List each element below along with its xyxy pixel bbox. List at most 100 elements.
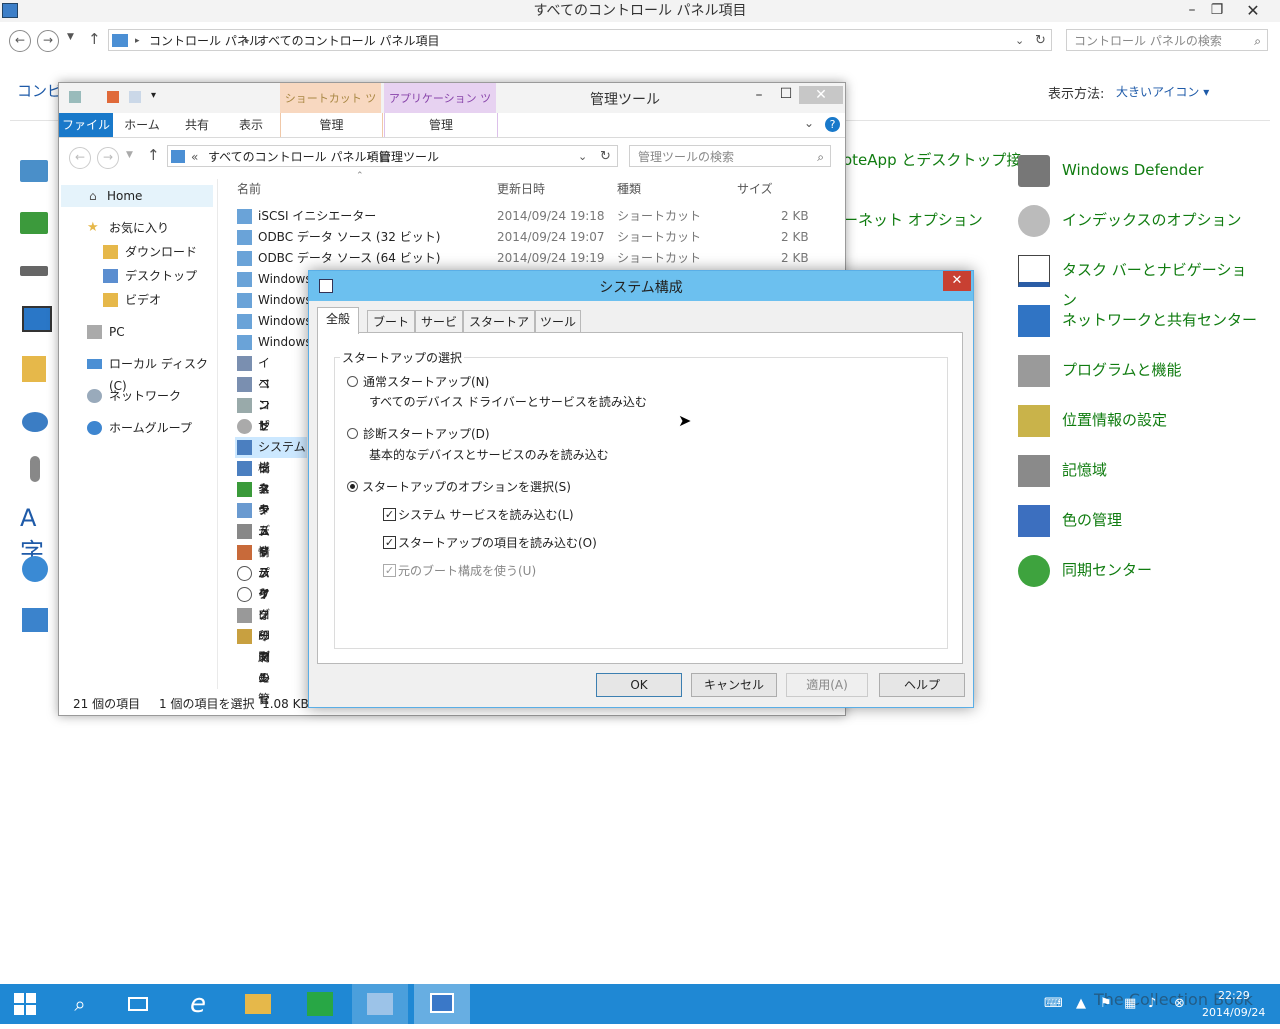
back-button[interactable]: ← — [9, 30, 31, 52]
checkbox-system-services[interactable]: ✓ — [383, 508, 396, 521]
column-header-size[interactable]: サイズ — [737, 180, 773, 197]
msconfig-taskbar-button[interactable] — [414, 984, 470, 1024]
view-dropdown[interactable]: 大きいアイコン ▾ — [1116, 83, 1209, 100]
tab-startup[interactable]: スタートアップ — [463, 310, 535, 351]
cp-item-network[interactable]: ネットワークと共有センター — [1018, 305, 1258, 337]
cp-item-storage[interactable]: 記憶域 — [1018, 455, 1258, 487]
sync-icon[interactable] — [20, 212, 48, 234]
up-button[interactable]: ↑ — [147, 146, 160, 164]
minimize-button[interactable]: – — [1181, 2, 1203, 18]
label-system-services[interactable]: システム サービスを読み込む(L) — [398, 506, 574, 523]
nav-pc[interactable]: PC — [87, 321, 125, 343]
cp-item-taskbar[interactable]: タスク バーとナビゲーション — [1018, 255, 1258, 309]
keyboard-icon[interactable]: ⌨ — [1044, 996, 1063, 1011]
nav-videos[interactable]: ビデオ — [103, 289, 161, 311]
remoteapp-icon[interactable] — [20, 160, 48, 182]
restore-button[interactable]: ❐ — [1206, 2, 1228, 18]
tab-share[interactable]: 共有 — [173, 113, 221, 137]
file-row-selected[interactable]: システム構 — [235, 437, 307, 475]
volume-icon[interactable]: ♪ — [1148, 996, 1156, 1011]
properties-icon[interactable] — [69, 91, 81, 103]
recent-dropdown-icon[interactable]: ▼ — [126, 150, 133, 160]
clock-time[interactable]: 22:29 — [1218, 989, 1250, 1002]
label-diagnostic[interactable]: 診断スタートアップ(D) — [363, 425, 490, 442]
tab-manage-shortcut[interactable]: 管理 — [280, 113, 383, 137]
nav-network[interactable]: ネットワーク — [87, 385, 181, 407]
column-header-type[interactable]: 種類 — [617, 180, 641, 197]
task-view-button[interactable] — [110, 984, 166, 1024]
file-row[interactable]: iSCSI イニシエーター 2014/09/24 19:18 ショートカット 2 KB — [237, 206, 817, 227]
keyboard-icon[interactable] — [20, 266, 48, 276]
nav-favorites[interactable]: ★ お気に入り — [87, 217, 169, 239]
cp-item-programs[interactable]: プログラムと機能 — [1018, 355, 1258, 387]
file-row[interactable]: ODBC データ ソース (32 ビット) 2014/09/24 19:07 ショー… — [237, 227, 817, 248]
cp-item-location[interactable]: 位置情報の設定 — [1018, 405, 1258, 437]
cp-item-windows-defender[interactable]: Windows Defender — [1018, 155, 1258, 187]
overflow-icon[interactable]: « — [191, 146, 198, 168]
microphone-icon[interactable] — [30, 456, 40, 482]
help-icon[interactable]: ? — [825, 117, 840, 132]
address-bar[interactable]: « すべてのコントロール パネル項目 ▸ 管理ツール ⌄ ↻ — [167, 145, 618, 167]
ribbon-expand-icon[interactable]: ⌄ — [804, 116, 814, 130]
tab-boot[interactable]: ブート — [367, 310, 415, 333]
help-button[interactable]: ヘルプ — [879, 673, 965, 697]
refresh-icon[interactable]: ↻ — [1035, 30, 1046, 52]
breadcrumb-admin-tools[interactable]: 管理ツール — [379, 146, 439, 168]
close-button[interactable]: ✕ — [943, 271, 971, 291]
close-button[interactable]: ✕ — [799, 86, 843, 104]
control-panel-taskbar-button[interactable] — [352, 984, 408, 1024]
tab-services[interactable]: サービス — [415, 310, 463, 351]
label-startup-items[interactable]: スタートアップの項目を読み込む(O) — [398, 534, 597, 551]
tab-tools[interactable]: ツール — [535, 310, 581, 333]
checkbox-startup-items[interactable]: ✓ — [383, 536, 396, 549]
internet-options-item[interactable]: ーネット オプション — [843, 205, 983, 235]
store-button[interactable] — [292, 984, 348, 1024]
remoteapp-item[interactable]: oteApp とデスクトップ接 — [843, 145, 1021, 175]
label-selective[interactable]: スタートアップのオプションを選択(S) — [362, 478, 571, 495]
clock-date[interactable]: 2014/09/24 — [1202, 1006, 1265, 1019]
globe-clock-icon[interactable] — [22, 556, 48, 582]
file-explorer-button[interactable] — [230, 984, 286, 1024]
search-icon[interactable]: ⌕ — [1254, 30, 1261, 52]
folder-icon[interactable] — [129, 91, 141, 103]
cp-item-sync[interactable]: 同期センター — [1018, 555, 1258, 587]
tab-file[interactable]: ファイル — [59, 113, 113, 137]
show-hidden-icons[interactable]: ▲ — [1076, 996, 1086, 1011]
start-button[interactable] — [0, 984, 50, 1024]
breadcrumb-all-items[interactable]: すべてのコントロール パネル項目 — [257, 30, 440, 52]
internet-explorer-button[interactable]: e — [170, 984, 226, 1024]
search-icon[interactable]: ⌕ — [817, 146, 824, 168]
nav-home[interactable]: ⌂ Home — [61, 185, 213, 207]
cp-item-color[interactable]: 色の管理 — [1018, 505, 1258, 537]
radio-selective[interactable] — [347, 481, 358, 492]
column-header-name[interactable]: 名前 — [237, 180, 261, 197]
back-button[interactable]: ← — [69, 147, 91, 169]
close-button[interactable]: ✕ — [1242, 1, 1264, 20]
breadcrumb-all-items[interactable]: すべてのコントロール パネル項目 — [208, 146, 391, 168]
cancel-button[interactable]: キャンセル — [691, 673, 777, 697]
address-dropdown-icon[interactable]: ⌄ — [578, 146, 587, 168]
nav-local-disk[interactable]: ローカル ディスク (C) — [87, 353, 217, 393]
forward-button[interactable]: → — [37, 30, 59, 52]
new-file-icon[interactable] — [107, 91, 119, 103]
folder-icon[interactable] — [22, 356, 46, 382]
calculator-icon[interactable] — [22, 608, 48, 632]
address-dropdown-icon[interactable]: ⌄ — [1015, 30, 1024, 52]
recent-dropdown-icon[interactable]: ▼ — [67, 32, 74, 42]
cp-item-indexing[interactable]: インデックスのオプション — [1018, 205, 1258, 237]
nav-homegroup[interactable]: ホームグループ — [87, 417, 192, 439]
close-circle-icon[interactable]: ⊗ — [1174, 996, 1185, 1011]
tray-icons[interactable]: ⌨ ▲ ⚑ ▦ ♪ ⊗ — [1044, 996, 1194, 1012]
nav-downloads[interactable]: ダウンロード — [103, 241, 197, 263]
up-button[interactable]: ↑ — [88, 30, 101, 48]
network-icon[interactable]: ▦ — [1124, 996, 1136, 1011]
address-bar[interactable]: ▸ コントロール パネル ▸ すべてのコントロール パネル項目 ⌄ ↻ — [108, 29, 1052, 51]
display-icon[interactable] — [22, 306, 52, 332]
ok-button[interactable]: OK — [596, 673, 682, 697]
maximize-button[interactable]: ☐ — [775, 86, 797, 102]
refresh-icon[interactable]: ↻ — [600, 146, 611, 168]
search-input[interactable]: コントロール パネルの検索 ⌕ — [1066, 29, 1268, 51]
tab-home[interactable]: ホーム — [117, 113, 167, 137]
search-input[interactable]: 管理ツールの検索 ⌕ — [629, 145, 831, 167]
radio-diagnostic[interactable] — [347, 428, 358, 439]
